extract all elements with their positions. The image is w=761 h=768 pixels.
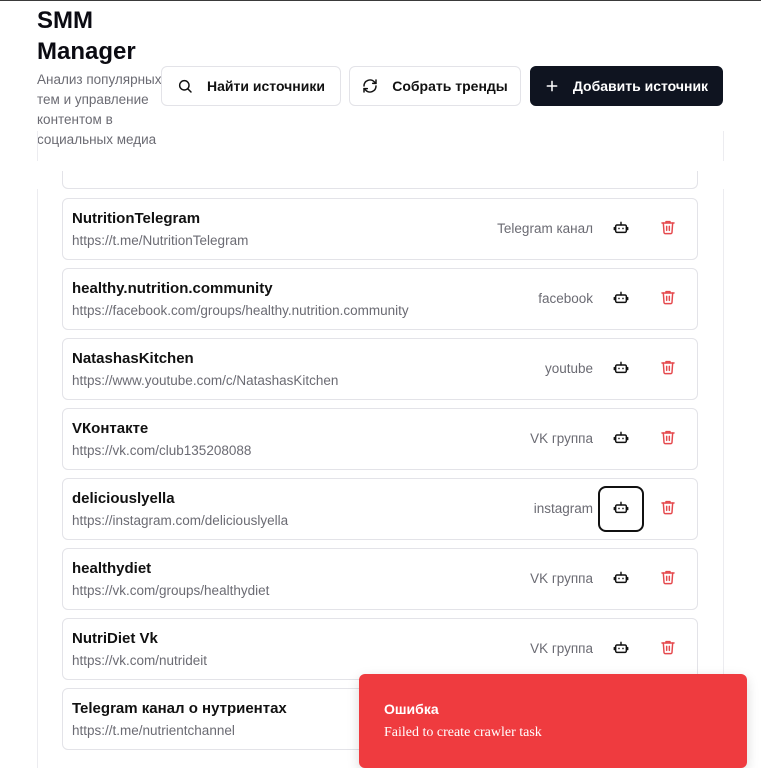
error-toast[interactable]: Ошибка Failed to create crawler task — [359, 674, 747, 768]
delete-button[interactable] — [645, 416, 691, 462]
source-name: NutriDiet Vk — [72, 630, 158, 647]
delete-button[interactable] — [645, 626, 691, 672]
bot-icon — [613, 499, 629, 520]
crawler-button[interactable] — [598, 556, 644, 602]
list-item: NutritionTelegram https://t.me/NutritionT… — [62, 198, 698, 260]
trash-icon — [660, 289, 676, 310]
bot-icon — [613, 289, 629, 310]
toast-title: Ошибка — [384, 701, 439, 717]
collect-trends-label: Собрать тренды — [392, 78, 508, 94]
list-item: healthy.nutrition.community https://faceb… — [62, 268, 698, 330]
bot-icon — [613, 219, 629, 240]
crawler-button[interactable] — [598, 206, 644, 252]
trash-icon — [660, 499, 676, 520]
source-url: https://facebook.com/groups/healthy.nutr… — [72, 303, 409, 318]
source-name: healthydiet — [72, 560, 152, 577]
list-item — [62, 171, 698, 189]
source-type: facebook — [538, 291, 593, 306]
crawler-button[interactable] — [598, 346, 644, 392]
source-url: https://vk.com/nutrideit — [72, 653, 208, 668]
bot-icon — [613, 569, 629, 590]
list-item: VКонтакте https://vk.com/club135208088 VK … — [62, 408, 698, 470]
find-sources-button[interactable]: Найти источники — [161, 66, 341, 106]
source-type: VK группа — [530, 431, 593, 446]
delete-button[interactable] — [645, 486, 691, 532]
delete-button[interactable] — [645, 556, 691, 602]
source-name: deliciouslyella — [72, 490, 175, 507]
search-icon — [177, 78, 193, 94]
list-item: deliciouslyella https://instagram.com/del… — [62, 478, 698, 540]
bot-icon — [613, 429, 629, 450]
trash-icon — [660, 359, 676, 380]
source-url: https://vk.com/club135208088 — [72, 443, 252, 458]
source-name: NutritionTelegram — [72, 210, 201, 227]
crawler-button[interactable] — [598, 416, 644, 462]
delete-button[interactable] — [645, 276, 691, 322]
source-type: youtube — [544, 361, 593, 376]
source-type: VK группа — [530, 641, 593, 656]
source-type: instagram — [533, 501, 593, 516]
source-url: https://www.youtube.com/c/NatashasKitche… — [72, 373, 339, 388]
source-url: https://vk.com/groups/healthydiet — [72, 583, 270, 598]
source-url: https://instagram.com/deliciouslyella — [72, 513, 289, 528]
source-name: NatashasKitchen — [72, 350, 194, 367]
source-name: VКонтакте — [72, 420, 149, 437]
trash-icon — [660, 219, 676, 240]
crawler-button[interactable] — [598, 276, 644, 322]
source-type: Telegram канал — [497, 221, 593, 236]
delete-button[interactable] — [645, 206, 691, 252]
crawler-button[interactable] — [598, 626, 644, 672]
bot-icon — [613, 639, 629, 660]
trash-icon — [660, 429, 676, 450]
source-url: https://t.me/nutrientchannel — [72, 723, 235, 738]
collect-trends-button[interactable]: Собрать тренды — [349, 66, 521, 106]
list-item: NatashasKitchen https://www.youtube.com/c… — [62, 338, 698, 400]
list-item: healthydiet https://vk.com/groups/healthy… — [62, 548, 698, 610]
page-title: SMM Manager — [37, 7, 136, 65]
trash-icon — [660, 639, 676, 660]
add-source-button[interactable]: Добавить источник — [530, 66, 723, 106]
source-type: VK группа — [530, 571, 593, 586]
toast-message: Failed to create crawler task — [384, 725, 542, 740]
list-item: NutriDiet Vk https://vk.com/nutrideit VK г… — [62, 618, 698, 680]
plus-icon — [545, 79, 559, 93]
source-url: https://t.me/NutritionTelegram — [72, 233, 249, 248]
source-name: Telegram канал о нутриентах — [72, 700, 287, 717]
find-sources-label: Найти источники — [207, 78, 325, 94]
crawler-button[interactable] — [598, 486, 644, 532]
bot-icon — [613, 359, 629, 380]
trash-icon — [660, 569, 676, 590]
add-source-label: Добавить источник — [572, 78, 709, 94]
delete-button[interactable] — [645, 346, 691, 392]
source-name: healthy.nutrition.community — [72, 280, 273, 297]
refresh-icon — [362, 78, 378, 94]
